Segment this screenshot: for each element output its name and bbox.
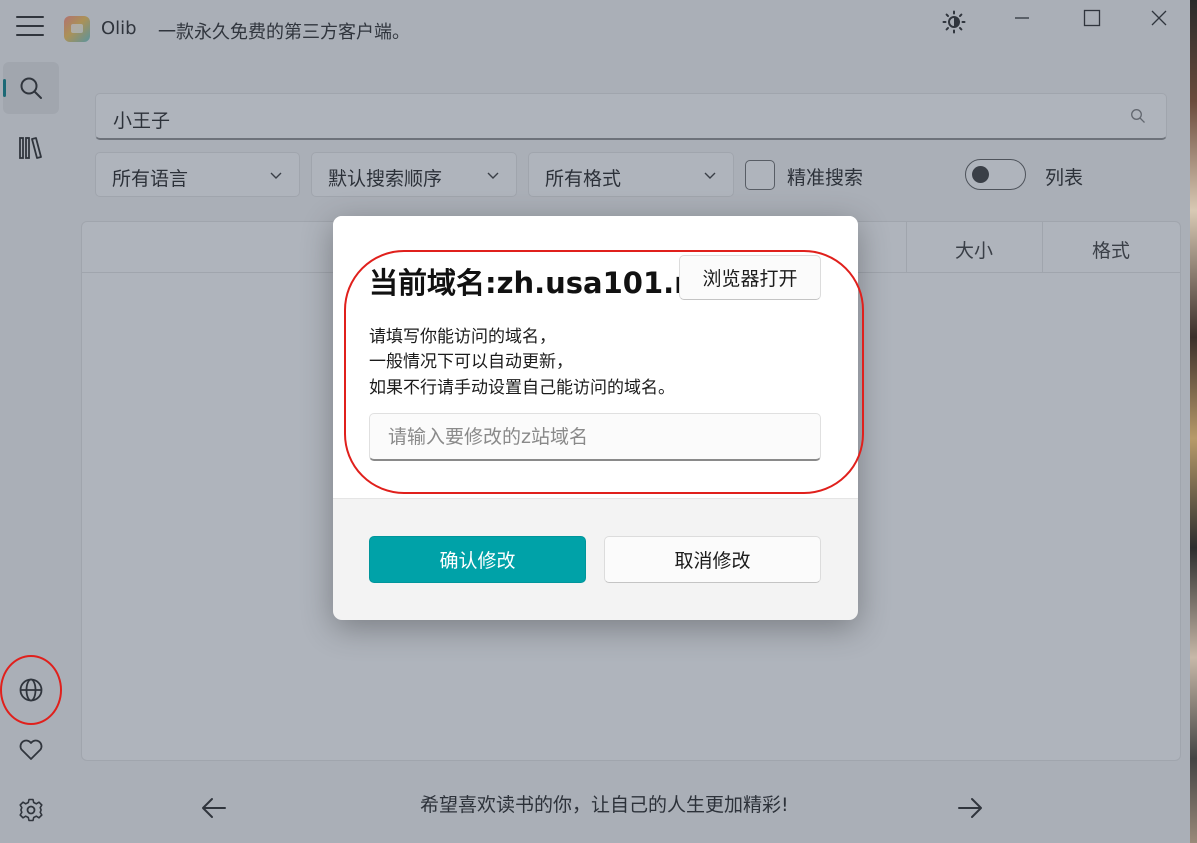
annotation-ellipse: [344, 250, 864, 494]
annotation-circle: [0, 655, 62, 725]
confirm-button[interactable]: 确认修改: [369, 536, 586, 583]
background-window-edge: [1190, 0, 1197, 843]
cancel-button[interactable]: 取消修改: [604, 536, 821, 583]
